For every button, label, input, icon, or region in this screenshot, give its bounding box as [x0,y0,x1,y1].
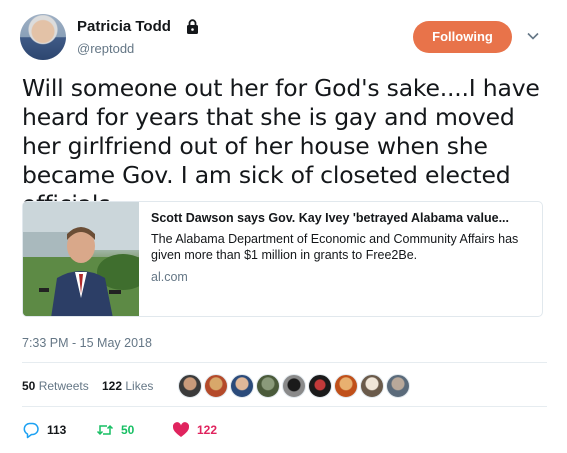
retweet-icon[interactable] [96,421,114,439]
tweet-actions: 113 50 122 [22,420,422,440]
liker-avatar[interactable] [230,374,254,398]
tweet-text: Will someone out her for God's sake....I… [22,74,540,218]
like-action[interactable]: 122 [172,420,217,440]
liker-avatar[interactable] [204,374,228,398]
reply-count: 113 [47,423,67,437]
heart-icon[interactable] [172,421,190,439]
likes-stat-label: Likes [125,379,154,393]
tweet-header: Patricia Todd @reptodd Following [20,14,547,60]
card-description: The Alabama Department of Economic and C… [151,232,519,262]
author-name[interactable]: Patricia Todd [77,18,171,35]
card-photo [23,202,139,316]
retweet-action[interactable]: 50 [96,420,134,440]
retweets-stat[interactable]: 50 Retweets [22,379,89,393]
reply-icon[interactable] [22,421,40,439]
following-button[interactable]: Following [413,21,512,53]
divider [22,362,547,363]
liker-avatar[interactable] [386,374,410,398]
avatar[interactable] [20,14,66,60]
retweets-stat-label: Retweets [38,379,89,393]
tweet-timestamp[interactable]: 7:33 PM - 15 May 2018 [22,336,152,350]
reply-action[interactable]: 113 [22,420,66,440]
card-body: Scott Dawson says Gov. Kay Ivey 'betraye… [151,211,536,284]
likes-stat[interactable]: 122 Likes [102,379,153,393]
chevron-down-icon[interactable] [526,29,540,43]
like-count: 122 [197,423,218,437]
liker-avatar[interactable] [334,374,358,398]
retweet-count: 50 [121,423,135,437]
lock-icon [187,19,198,34]
liker-avatar[interactable] [360,374,384,398]
likes-stat-count: 122 [102,379,123,393]
card-domain: al.com [151,270,188,284]
link-card[interactable]: Scott Dawson says Gov. Kay Ivey 'betraye… [22,201,543,317]
liker-avatar[interactable] [256,374,280,398]
card-title[interactable]: Scott Dawson says Gov. Kay Ivey 'betraye… [151,211,536,225]
liker-avatar[interactable] [308,374,332,398]
liker-avatar[interactable] [178,374,202,398]
liker-avatar[interactable] [282,374,306,398]
divider [22,406,547,407]
retweets-stat-count: 50 [22,379,36,393]
card-thumbnail [23,202,139,316]
author-handle[interactable]: @reptodd [77,41,134,56]
